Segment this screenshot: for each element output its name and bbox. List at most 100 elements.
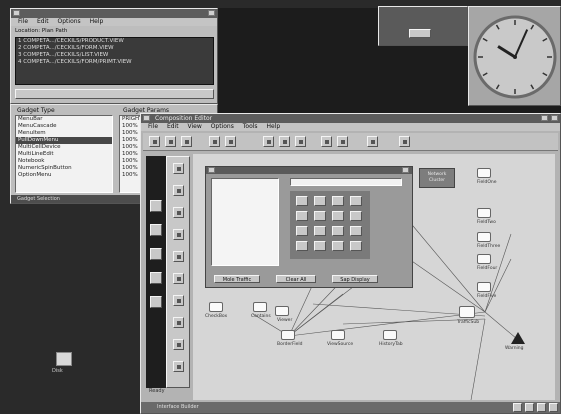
viewer-node[interactable] [275,306,289,316]
bottom-bar-button-4[interactable] [549,403,558,412]
design-canvas[interactable]: Mole Traffic Clear All Sap Display Netwo… [193,154,555,400]
dialog-grid-button[interactable] [296,241,308,251]
mole-traffic-button[interactable]: Mole Traffic [214,275,260,283]
field-node[interactable] [477,254,491,264]
gadget-type-item[interactable]: MenuBar [16,116,112,123]
palette-pointer-tool[interactable] [173,163,184,174]
toolbar-test-button[interactable] [337,136,348,147]
network-cluster-box[interactable]: Network Cluster [419,168,455,188]
builder-menu-file[interactable]: File [148,123,158,130]
form-dialog-titlebar[interactable] [206,167,412,174]
palette-side-tool-1[interactable] [150,200,162,212]
dialog-menu-button[interactable] [208,167,215,173]
contains-node[interactable] [253,302,267,312]
file-list-item[interactable]: 4 COMPETA.../CECKILS/FORM/PRIMT.VIEW [16,59,213,66]
palette-side-tool-2[interactable] [150,224,162,236]
toolbar-grid-button[interactable] [295,136,306,147]
field-node[interactable] [477,208,491,218]
dialog-grid-button[interactable] [332,241,344,251]
file-list-item[interactable]: 2 COMPETA.../CECKILS/FORM.VIEW [16,45,213,52]
dialog-list-area[interactable] [211,178,279,266]
palette-button-tool[interactable] [173,185,184,196]
dialog-grid-button[interactable] [332,226,344,236]
dialog-grid-button[interactable] [296,226,308,236]
toolbar-save-button[interactable] [181,136,192,147]
view-source-node[interactable] [331,330,345,340]
field-node[interactable] [477,168,491,178]
builder-minimize-button[interactable] [541,115,548,121]
toolbar-open-button[interactable] [165,136,176,147]
palette-side-tool-5[interactable] [150,296,162,308]
dialog-grid-button[interactable] [314,211,326,221]
dialog-grid-button[interactable] [350,211,362,221]
file-window-minimize-button[interactable] [208,10,215,16]
palette-list-tool[interactable] [173,251,184,262]
menu-file[interactable]: File [18,18,28,25]
file-list[interactable]: 1 COMPETA.../CECKILS/PRODUCT.VIEW 2 COMP… [15,37,214,85]
builder-menu-help[interactable]: Help [266,123,280,130]
dialog-grid-button[interactable] [314,241,326,251]
file-list-item[interactable]: 1 COMPETA.../CECKILS/PRODUCT.VIEW [16,38,213,45]
border-node[interactable] [281,330,295,340]
sap-display-button[interactable]: Sap Display [332,275,378,283]
gadget-type-item[interactable]: MenuItem [16,130,112,137]
gadget-type-item[interactable]: OptionMenu [16,172,112,179]
builder-maximize-button[interactable] [551,115,558,121]
desktop-disk-icon[interactable] [56,352,72,366]
toolbar-run-button[interactable] [321,136,332,147]
file-window-menu-button[interactable] [13,10,20,16]
warning-icon[interactable] [511,332,525,344]
toolbar-align-button[interactable] [279,136,290,147]
palette-text-tool[interactable] [173,229,184,240]
palette-menu-tool[interactable] [173,317,184,328]
dialog-grid-button[interactable] [314,196,326,206]
builder-menu-tools[interactable]: Tools [243,123,258,130]
palette-radio-tool[interactable] [173,295,184,306]
dialog-grid-button[interactable] [332,196,344,206]
field-node[interactable] [477,232,491,242]
palette-scroll-tool[interactable] [173,339,184,350]
toolbar-new-button[interactable] [149,136,160,147]
field-node[interactable] [477,282,491,292]
dialog-grid-button[interactable] [350,196,362,206]
gadget-type-item-selected[interactable]: PullDownMenu [16,137,112,144]
dialog-grid-button[interactable] [332,211,344,221]
clear-all-button[interactable]: Clear All [276,275,316,283]
bottom-bar-button-3[interactable] [537,403,546,412]
dialog-grid-button[interactable] [314,226,326,236]
gadget-type-item[interactable]: MultiCellDevice [16,144,112,151]
gadget-type-item[interactable]: MultiLineEdit [16,151,112,158]
palette-side-tool-4[interactable] [150,272,162,284]
menu-help[interactable]: Help [90,18,104,25]
gadget-type-item[interactable]: Notebook [16,158,112,165]
builder-menu-button[interactable] [143,115,150,121]
bottom-bar-button-1[interactable] [513,403,522,412]
hub-node[interactable] [459,306,475,318]
file-list-item[interactable]: 3 COMPETA.../CECKILS/LIST.VIEW [16,52,213,59]
palette-frame-tool[interactable] [173,361,184,372]
builder-menu-edit[interactable]: Edit [167,123,179,130]
file-window-titlebar[interactable] [11,9,217,18]
check-node[interactable] [209,302,223,312]
gadget-type-item[interactable]: NumericSpinButton [16,165,112,172]
bottom-bar-button-2[interactable] [525,403,534,412]
toolbar-copy-button[interactable] [225,136,236,147]
dialog-grid-button[interactable] [296,211,308,221]
palette-label-tool[interactable] [173,207,184,218]
builder-menu-options[interactable]: Options [211,123,234,130]
gadget-type-item[interactable]: MenuCascade [16,123,112,130]
builder-menu-view[interactable]: View [188,123,202,130]
dialog-grid-button[interactable] [296,196,308,206]
dialog-input-field[interactable] [290,178,402,186]
toolbar-zoom-button[interactable] [399,136,410,147]
menu-options[interactable]: Options [58,18,81,25]
menu-edit[interactable]: Edit [37,18,49,25]
gadget-type-list[interactable]: MenuBar MenuCascade MenuItem PullDownMen… [15,115,113,193]
dialog-grid-button[interactable] [350,226,362,236]
toolbar-paste-button[interactable] [263,136,274,147]
small-panel-button[interactable] [409,29,431,38]
builder-titlebar[interactable]: Composition Editor [141,114,560,123]
dialog-close-button[interactable] [402,167,409,173]
palette-check-tool[interactable] [173,273,184,284]
history-tab-node[interactable] [383,330,397,340]
